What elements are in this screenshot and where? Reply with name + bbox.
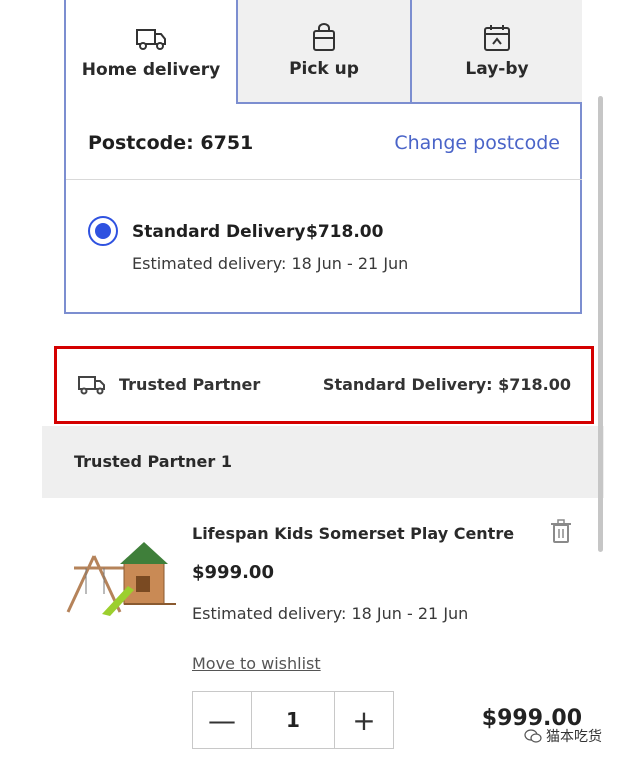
chat-bubble-icon: [524, 729, 542, 743]
truck-icon: [78, 376, 105, 395]
partner-group-header: Trusted Partner 1: [42, 426, 604, 498]
increase-quantity-button[interactable]: +: [334, 691, 394, 749]
postcode-row: Postcode: 6751 Change postcode: [66, 104, 582, 180]
standard-delivery-option[interactable]: Standard Delivery $718.00 Estimated deli…: [66, 180, 582, 312]
postcode-label: Postcode: 6751: [88, 132, 254, 154]
truck-icon: [136, 29, 166, 50]
quantity-stepper: — 1 +: [192, 691, 394, 751]
trusted-partner-label: Trusted Partner: [119, 375, 261, 394]
delivery-option-title: Standard Delivery: [132, 222, 306, 242]
trash-icon[interactable]: [550, 518, 572, 544]
tab-lay-by-label: Lay-by: [465, 59, 529, 79]
product-price: $999.00: [192, 562, 274, 583]
product-estimate: Estimated delivery: 18 Jun - 21 Jun: [192, 604, 469, 623]
change-postcode-link[interactable]: Change postcode: [394, 132, 560, 154]
tab-lay-by[interactable]: Lay-by: [412, 0, 582, 104]
calendar-icon: [484, 25, 510, 51]
radio-selected[interactable]: [88, 216, 118, 246]
tab-home-delivery[interactable]: Home delivery: [66, 0, 238, 104]
delivery-tabs: Home delivery Pick up Lay-by: [66, 0, 582, 104]
partner-group-title: Trusted Partner 1: [74, 452, 232, 471]
delivery-option-estimate: Estimated delivery: 18 Jun - 21 Jun: [132, 254, 409, 273]
tab-pick-up-label: Pick up: [289, 59, 359, 79]
trusted-partner-delivery: Standard Delivery: $718.00: [322, 375, 571, 394]
product-name[interactable]: Lifespan Kids Somerset Play Centre: [192, 524, 514, 543]
watermark-text: 猫本吃货: [546, 729, 602, 745]
tab-pick-up[interactable]: Pick up: [238, 0, 412, 104]
decrease-quantity-button[interactable]: —: [192, 691, 252, 749]
tab-home-delivery-label: Home delivery: [81, 60, 221, 80]
shopping-bag-icon: [313, 23, 335, 51]
watermark: 猫本吃货: [524, 726, 602, 746]
play-centre-image: [66, 542, 176, 616]
move-to-wishlist-link[interactable]: Move to wishlist: [192, 654, 321, 673]
delivery-method-card: Home delivery Pick up Lay-by Postcode: 6…: [64, 0, 582, 314]
scrollbar[interactable]: [598, 96, 603, 552]
delivery-option-price: $718.00: [306, 222, 384, 242]
quantity-value[interactable]: 1: [251, 691, 335, 749]
trusted-partner-summary: Trusted Partner Standard Delivery: $718.…: [54, 346, 594, 424]
